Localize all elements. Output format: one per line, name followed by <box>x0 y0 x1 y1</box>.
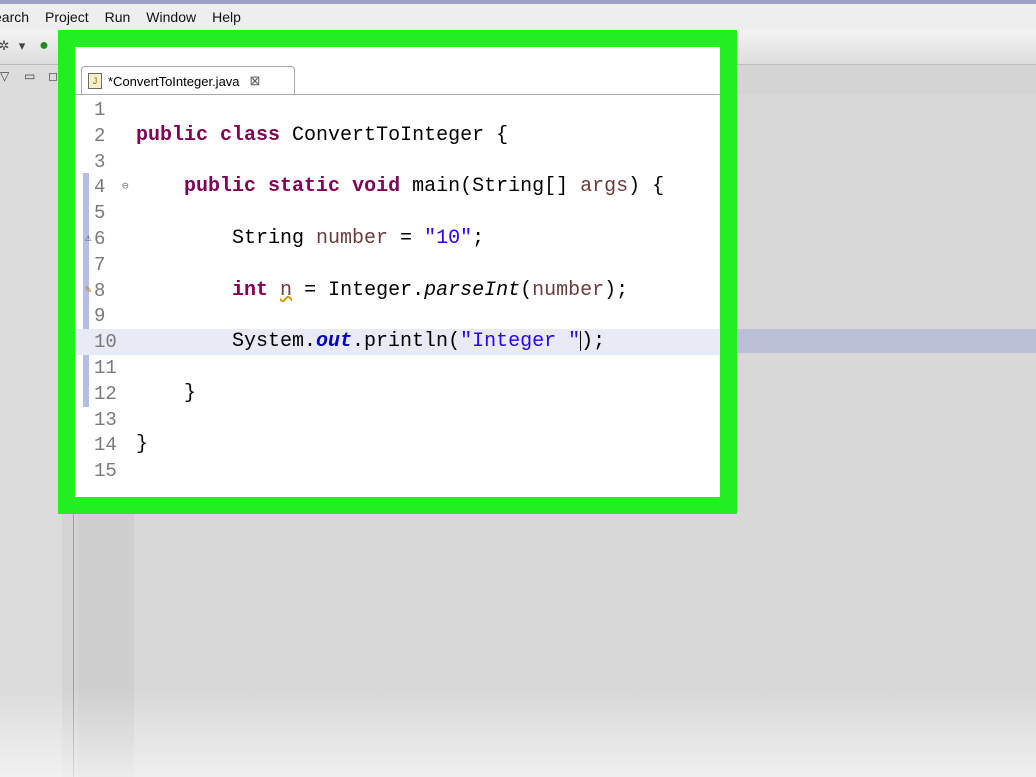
code-line[interactable]: 10 System.out.println("Integer "); <box>75 329 720 356</box>
code-token: = <box>388 227 425 250</box>
code-token: public <box>136 123 209 147</box>
code-token: } <box>136 381 197 405</box>
run-icon[interactable]: ● <box>36 38 52 54</box>
code-token: number <box>316 227 389 250</box>
code-token: void <box>352 175 401 199</box>
code-line[interactable]: 5 <box>75 200 720 226</box>
code-line[interactable]: 7 <box>75 252 720 278</box>
warning-icon[interactable]: ⚠ <box>85 226 92 252</box>
dropdown-icon[interactable]: ▾ <box>14 38 30 54</box>
menu-run[interactable]: Run <box>105 9 131 25</box>
view-menu-icon[interactable]: ▽ <box>0 69 9 83</box>
code-token: "Integer " <box>460 330 581 354</box>
code-token: ( <box>520 278 533 302</box>
current-line-highlight-extension <box>720 329 1036 353</box>
code-text: System.out.println("Integer "); <box>136 329 605 355</box>
code-line[interactable]: 13 <box>75 407 720 433</box>
code-text: int n = Integer.parseInt(number); <box>136 278 628 304</box>
menu-search[interactable]: earch <box>0 9 29 25</box>
java-file-icon: J <box>88 73 102 89</box>
code-text: } <box>136 432 148 458</box>
code-line[interactable]: 14} <box>75 432 720 458</box>
editor-tab-label: *ConvertToInteger.java <box>108 73 240 89</box>
code-text: String number = "10"; <box>136 226 484 252</box>
maximize-icon[interactable]: ◻ <box>48 69 58 83</box>
line-number: 14 <box>94 434 117 457</box>
line-number: 2 <box>94 124 106 147</box>
code-text: public static void main(String[] args) { <box>136 174 664 200</box>
code-text: } <box>136 381 196 407</box>
code-token: "10" <box>424 227 473 250</box>
code-line[interactable]: 4 ⊖ public static void main(String[] args… <box>75 174 720 200</box>
code-token: = Integer. <box>292 278 425 302</box>
line-number: 11 <box>94 357 117 379</box>
line-number: 1 <box>94 99 106 121</box>
code-token: ConvertToInteger { <box>280 123 509 147</box>
code-editor[interactable]: 1 2 public class ConvertToInteger {3 4 ⊖ pub… <box>75 95 720 497</box>
code-token: String <box>136 227 317 250</box>
line-number: 3 <box>94 150 106 173</box>
editor-tab[interactable]: J *ConvertToInteger.java ⊠ <box>81 66 295 95</box>
code-line[interactable]: 2 public class ConvertToInteger { <box>75 123 720 149</box>
line-number: 15 <box>94 460 117 483</box>
code-token: System. <box>136 330 317 354</box>
code-token: public <box>184 175 257 199</box>
code-token: ) { <box>628 175 665 199</box>
code-token: } <box>136 433 149 457</box>
code-line[interactable]: 1 <box>75 97 720 123</box>
line-number: 4 <box>94 176 106 199</box>
line-number: 9 <box>94 305 106 328</box>
highlight-frame: J *ConvertToInteger.java ⊠ 1 2 public clas… <box>58 30 737 514</box>
code-line[interactable]: 9 <box>75 303 720 329</box>
minimize-icon[interactable]: ▭ <box>24 69 35 83</box>
line-number: 12 <box>94 382 117 405</box>
gear-icon[interactable]: ✲ <box>0 38 12 54</box>
code-token: .println( <box>352 330 461 354</box>
code-token: class <box>220 123 281 147</box>
left-view-strip: ▽ ▭ ◻ <box>0 65 62 777</box>
code-token: args <box>580 175 629 199</box>
bottom-fade <box>0 690 1036 777</box>
code-line[interactable]: 12 } <box>75 381 720 407</box>
line-number: 10 <box>94 331 117 354</box>
code-token: ); <box>581 330 606 354</box>
code-token: int <box>232 278 269 302</box>
code-token: ); <box>604 278 629 302</box>
code-text: public class ConvertToInteger { <box>136 123 508 149</box>
close-tab-icon[interactable]: ⊠ <box>250 73 261 89</box>
menu-window[interactable]: Window <box>146 9 196 25</box>
line-number: 7 <box>94 253 106 276</box>
menu-project[interactable]: Project <box>45 9 89 25</box>
line-number: 8 <box>94 279 106 302</box>
code-line[interactable]: 8 ✎ int n = Integer.parseInt(number); <box>75 278 720 304</box>
code-line[interactable]: 6 ⚠ String number = "10"; <box>75 226 720 252</box>
fold-collapse-icon[interactable]: ⊖ <box>122 182 129 193</box>
code-line[interactable]: 3 <box>75 149 720 175</box>
code-token: n <box>280 278 293 302</box>
code-line[interactable]: 15 <box>75 458 720 484</box>
code-line[interactable]: 11 <box>75 355 720 381</box>
line-number: 6 <box>94 228 106 250</box>
code-token: parseInt <box>424 278 521 302</box>
menu-help[interactable]: Help <box>212 9 241 25</box>
code-token: static <box>268 175 341 199</box>
code-token: ; <box>472 227 485 250</box>
quickfix-warning-icon[interactable]: ✎ <box>85 278 92 304</box>
code-token: main(String[] <box>400 175 581 199</box>
line-number: 5 <box>94 202 106 225</box>
line-number: 13 <box>94 408 117 431</box>
menu-bar: earch Project Run Window Help <box>0 4 1036 30</box>
code-token: out <box>316 330 353 354</box>
code-token: number <box>532 278 605 302</box>
